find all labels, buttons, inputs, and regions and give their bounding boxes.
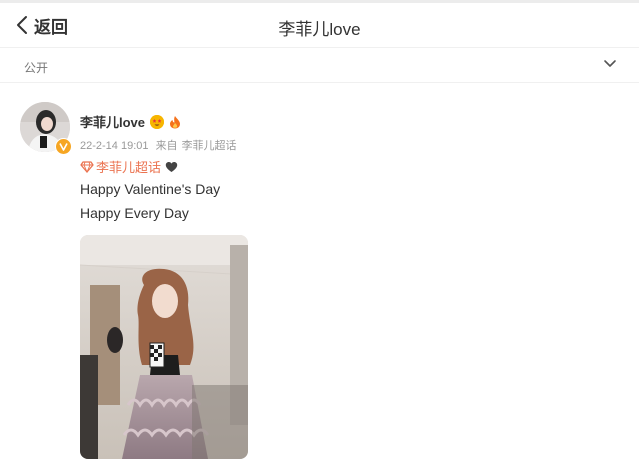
diamond-icon [80,160,94,173]
privacy-selector[interactable]: 公开 [0,48,639,83]
post-text-line: Happy Valentine's Day [80,181,221,197]
black-heart-icon [165,161,178,172]
fire-icon [168,115,182,129]
privacy-label: 公开 [24,61,49,75]
post-date: 22-2-14 19:01 [80,140,149,152]
topic-row: 李菲儿超话 [80,157,178,176]
post-photo[interactable] [80,235,248,459]
post-meta: 22-2-14 19:01 来自 李菲儿超话 [80,137,241,153]
source-link[interactable]: 李菲儿超话 [182,140,237,152]
topic-link[interactable]: 李菲儿超话 [96,157,161,176]
page-title: 李菲儿love [278,20,361,39]
username[interactable]: 李菲儿love [80,112,145,131]
star-eyes-emoji-icon [150,114,165,129]
post-text-line: Happy Every Day [80,205,189,221]
photo-image [80,235,248,459]
navigation-header: 返回 李菲儿love [0,3,639,48]
verified-badge-icon [55,138,72,155]
source-prefix: 来自 [155,140,178,152]
author-row: 李菲儿love [80,112,182,131]
chevron-down-icon[interactable] [603,59,617,69]
